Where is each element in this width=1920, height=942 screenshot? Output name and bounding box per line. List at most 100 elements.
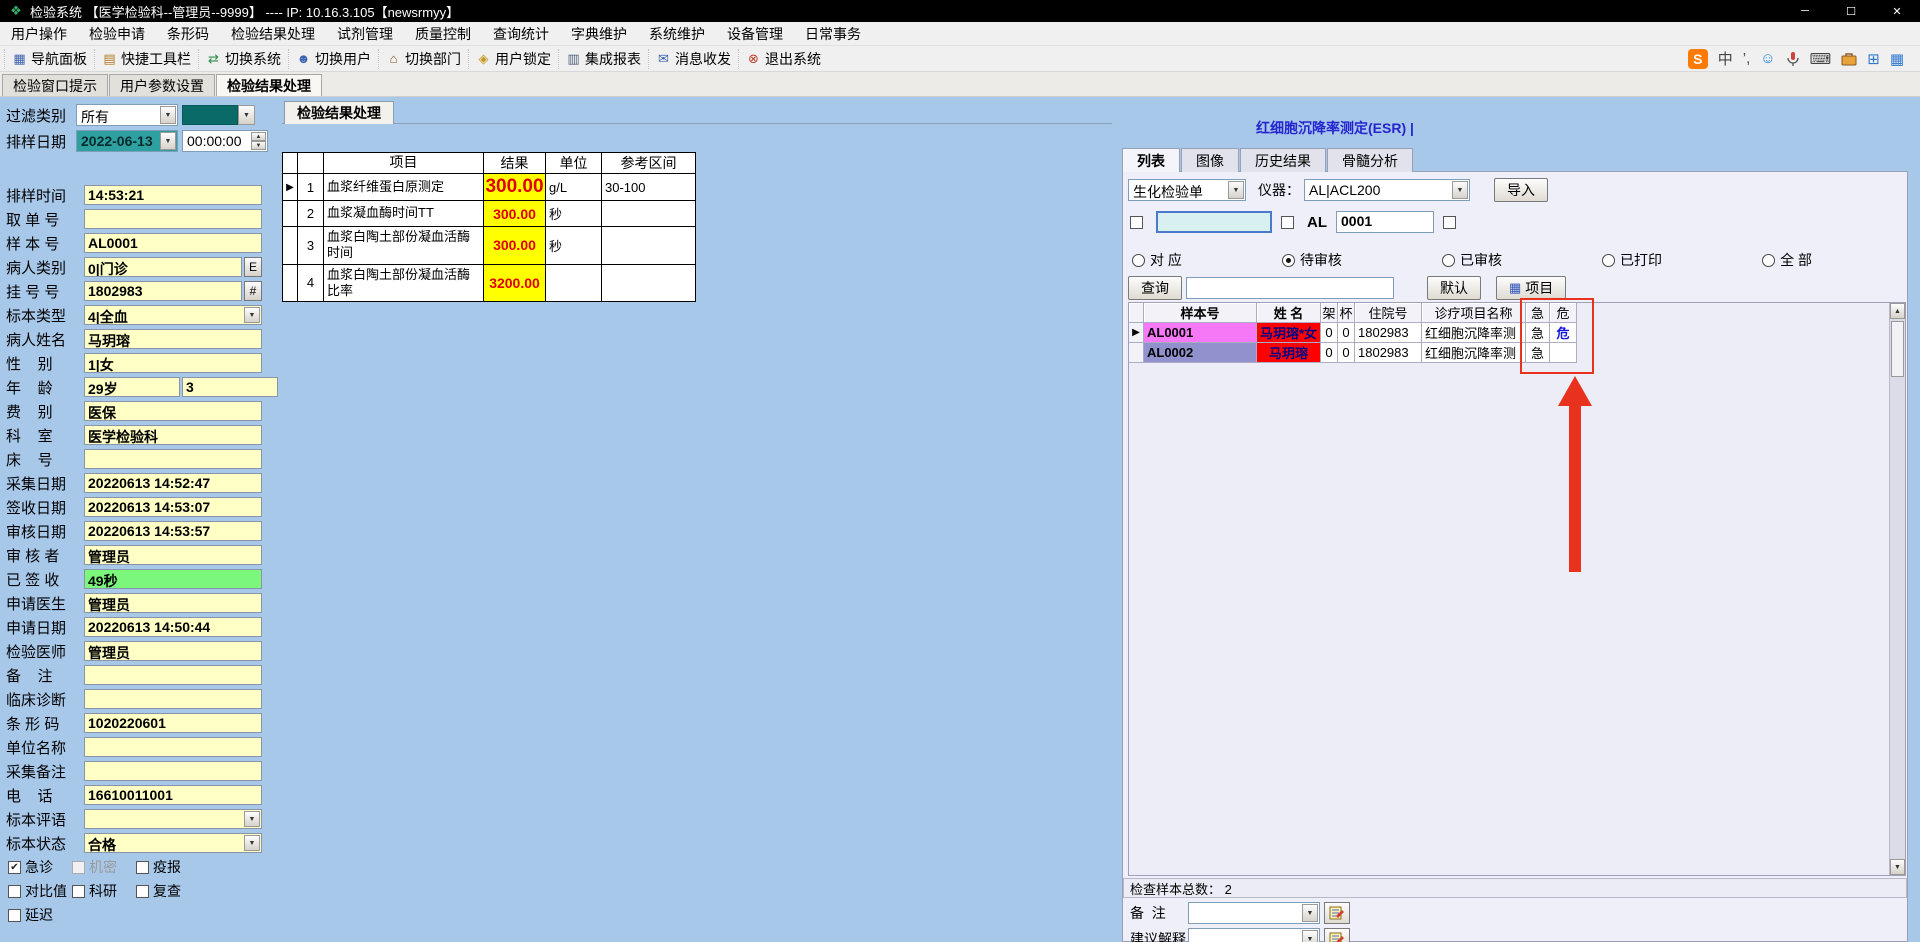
field-input[interactable]: 管理员 ▼ (84, 641, 262, 661)
right-panel-tab[interactable]: 历史结果 (1240, 148, 1326, 172)
filter-category-select[interactable]: 所有 ▼ (76, 104, 178, 126)
field-input[interactable]: ▼ (84, 689, 262, 709)
status-radio[interactable]: 已打印 (1602, 250, 1662, 270)
item-name-cell[interactable]: 血浆凝血酶时间TT (324, 201, 484, 227)
maximize-button[interactable]: ☐ (1828, 0, 1874, 22)
dropdown-arrow-icon[interactable]: ▼ (1302, 930, 1318, 942)
row-selector-cell[interactable]: ▶ (283, 227, 298, 265)
toolbar-button[interactable]: ⌂ 切换部门 (378, 48, 468, 69)
field-input[interactable]: 1|女 ▼ (84, 353, 262, 373)
field-input[interactable]: 49秒 ▼ (84, 569, 262, 589)
field-input[interactable]: 20220613 14:53:57 ▼ (84, 521, 262, 541)
query-button[interactable]: 查询 (1128, 276, 1182, 300)
field-input[interactable]: 马玥瑢 ▼ (84, 329, 262, 349)
toolbar-button[interactable]: ☻ 切换用户 (288, 48, 378, 69)
right-panel-tab[interactable]: 列表 (1122, 148, 1180, 172)
header-range[interactable]: 参考区间 (602, 153, 696, 174)
header-critical[interactable]: 危 (1550, 303, 1577, 323)
field-input[interactable]: 20220613 14:52:47 ▼ (84, 473, 262, 493)
field-input[interactable]: ▼ (84, 809, 262, 829)
item-name-cell[interactable]: 血浆白陶土部份凝血活酶时间 (324, 227, 484, 265)
microphone-icon[interactable] (1786, 51, 1800, 67)
header-urgent[interactable]: 急 (1526, 303, 1550, 323)
flag-checkbox[interactable]: ✔ 疫报 (136, 857, 198, 877)
sample-number-input[interactable]: 0001 (1336, 211, 1434, 233)
checkbox-box[interactable]: ✔ (136, 860, 149, 874)
field-input[interactable]: 管理员 ▼ (84, 593, 262, 613)
toolbar-button[interactable]: ▦ 导航面板 (4, 48, 94, 69)
sample-date-select[interactable]: 2022-06-13 ▼ (76, 130, 178, 152)
result-value-cell[interactable]: 300.00 (484, 227, 546, 265)
remark-edit-button[interactable] (1324, 902, 1350, 924)
apps-grid-icon[interactable]: ▦ (1890, 50, 1904, 68)
flag-checkbox[interactable]: ✔ 对比值 (8, 881, 70, 901)
dropdown-arrow-icon[interactable]: ▼ (244, 811, 260, 827)
sample-row[interactable]: ▶ AL0001 马玥瑢*女 0 0 1802983 红细胞沉降率测 急 危 (1129, 323, 1577, 343)
workspace-tab[interactable]: 用户参数设置 (109, 74, 215, 96)
header-result[interactable]: 结果 (484, 153, 546, 174)
instrument-select[interactable]: AL|ACL200 ▼ (1304, 179, 1470, 201)
field-input[interactable]: 医保 ▼ (84, 401, 262, 421)
menu-item[interactable]: 检验结果处理 (220, 22, 326, 45)
field-input[interactable]: 20220613 14:53:07 ▼ (84, 497, 262, 517)
menu-item[interactable]: 设备管理 (716, 22, 794, 45)
dropdown-arrow-icon[interactable]: ▼ (1452, 181, 1468, 199)
right-panel-tab[interactable]: 骨髓分析 (1327, 148, 1413, 172)
remark-select[interactable]: ▼ (1188, 902, 1320, 924)
scroll-down-icon[interactable]: ▼ (1890, 859, 1905, 875)
ime-mode-icon[interactable]: 中 (1718, 48, 1733, 69)
checkbox-box[interactable]: ✔ (8, 908, 21, 922)
field-input[interactable]: 管理员 ▼ (84, 545, 262, 565)
filter-checkbox-3[interactable] (1443, 215, 1456, 229)
field-input[interactable]: ▼ (84, 737, 262, 757)
header-item[interactable]: 项目 (324, 153, 484, 174)
menu-item[interactable]: 检验申请 (78, 22, 156, 45)
sample-no-cell[interactable]: AL0002 (1144, 343, 1257, 363)
toolbar-button[interactable]: ⇄ 切换系统 (198, 48, 288, 69)
checkbox-box[interactable]: ✔ (136, 884, 149, 898)
suggestion-edit-button[interactable] (1324, 928, 1350, 942)
radio-circle-icon[interactable] (1441, 253, 1455, 267)
item-name-cell[interactable]: 血浆白陶土部份凝血活酶比率 (324, 264, 484, 302)
result-value-cell[interactable]: 300.00 (484, 201, 546, 227)
checkbox-box[interactable]: ✔ (72, 860, 85, 874)
field-input[interactable]: 4|全血 ▼ (84, 305, 262, 325)
flag-checkbox[interactable]: ✔ 机密 (72, 857, 134, 877)
field-input[interactable]: 医学检验科 ▼ (84, 425, 262, 445)
field-input[interactable]: ▼ (84, 761, 262, 781)
result-row[interactable]: ▶ 1 血浆纤维蛋白原测定 300.00 g/L 30-100 (283, 174, 696, 201)
row-selector-cell[interactable]: ▶ (1129, 323, 1144, 343)
row-selector-cell[interactable]: ▶ (283, 201, 298, 227)
field-input[interactable]: ▼ (84, 209, 262, 229)
tools-panel-icon[interactable]: ⊞ (1867, 50, 1880, 68)
suggestion-select[interactable]: ▼ (1188, 928, 1320, 942)
results-page-tab[interactable]: 检验结果处理 (284, 101, 394, 124)
patient-name-cell[interactable]: 马玥瑢 (1257, 343, 1321, 363)
ime-emoji-icon[interactable]: ☺ (1760, 50, 1775, 67)
sogou-logo-icon[interactable]: S (1687, 48, 1708, 69)
status-radio[interactable]: 待审核 (1281, 250, 1342, 270)
ime-punctuation-icon[interactable]: ’, (1743, 50, 1751, 67)
menu-item[interactable]: 字典维护 (560, 22, 638, 45)
toolbar-button[interactable]: ▤ 快捷工具栏 (94, 48, 198, 69)
menu-item[interactable]: 质量控制 (404, 22, 482, 45)
toolbar-button[interactable]: ⊗ 退出系统 (738, 48, 828, 69)
menu-item[interactable]: 条形码 (156, 22, 220, 45)
status-radio[interactable]: 全 部 (1762, 250, 1812, 270)
radio-circle-icon[interactable] (1602, 253, 1616, 267)
query-input[interactable] (1186, 277, 1394, 299)
result-row[interactable]: ▶ 3 血浆白陶土部份凝血活酶时间 300.00 秒 (283, 227, 696, 265)
result-value-cell[interactable]: 3200.00 (484, 264, 546, 302)
menu-item[interactable]: 用户操作 (0, 22, 78, 45)
checkbox-box[interactable]: ✔ (72, 884, 85, 898)
vertical-scrollbar[interactable]: ▲ ▼ (1889, 303, 1905, 875)
dropdown-arrow-icon[interactable]: ▼ (1302, 904, 1318, 922)
dropdown-arrow-icon[interactable]: ▼ (160, 106, 176, 124)
flag-checkbox[interactable]: ✔ 科研 (72, 881, 134, 901)
status-radio[interactable]: 对 应 (1132, 250, 1182, 270)
header-name[interactable]: 姓 名 (1257, 303, 1321, 323)
sample-row[interactable]: ▶ AL0002 马玥瑢 0 0 1802983 红细胞沉降率测 急 (1129, 343, 1577, 363)
flag-checkbox[interactable]: ✔ 急诊 (8, 857, 70, 877)
header-unit[interactable]: 单位 (546, 153, 602, 174)
row-selector-cell[interactable]: ▶ (283, 264, 298, 302)
